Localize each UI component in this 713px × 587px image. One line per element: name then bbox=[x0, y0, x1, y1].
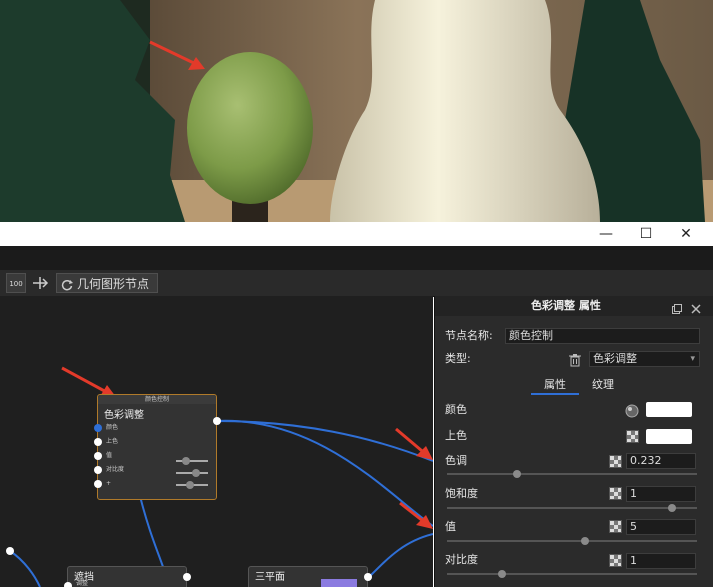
node-mask[interactable]: 遮挡 调整 bbox=[64, 566, 191, 587]
port-color[interactable] bbox=[94, 424, 102, 432]
node-name-label: 节点名称: bbox=[445, 329, 493, 342]
hue-slider[interactable] bbox=[447, 470, 697, 478]
port-label: + bbox=[106, 480, 112, 487]
active-tab-indicator bbox=[531, 393, 579, 395]
texture-sphere-icon[interactable] bbox=[625, 403, 639, 418]
maximize-button[interactable]: ☐ bbox=[626, 222, 666, 246]
port-label: 值 bbox=[106, 452, 113, 459]
graph-toolbar: 100 几何图形节点 bbox=[0, 270, 713, 297]
tab-texture[interactable]: 纹理 bbox=[592, 377, 614, 393]
wire bbox=[369, 533, 433, 577]
hue-input[interactable]: 0.232 bbox=[626, 453, 696, 469]
contrast-input[interactable]: 1 bbox=[626, 553, 696, 569]
prop-value-label: 值 bbox=[445, 520, 456, 533]
texture-checker-icon[interactable] bbox=[609, 520, 622, 533]
close-icon[interactable] bbox=[690, 300, 702, 314]
type-select[interactable]: 色彩调整 ▾ bbox=[589, 351, 700, 367]
node-preview bbox=[321, 579, 357, 587]
port-input[interactable] bbox=[64, 582, 72, 587]
chevron-down-icon: ▾ bbox=[690, 354, 695, 364]
slider-thumb[interactable] bbox=[668, 504, 676, 512]
panel-title: 色彩调整 属性 bbox=[531, 299, 601, 312]
texture-checker-icon[interactable] bbox=[609, 487, 622, 500]
geometry-node-label: 几何图形节点 bbox=[77, 277, 150, 291]
wire bbox=[215, 420, 433, 462]
port-label: 调整 bbox=[76, 580, 89, 587]
node-name-input[interactable]: 颜色控制 bbox=[505, 328, 700, 344]
refresh-icon bbox=[61, 277, 73, 291]
panel-header: 色彩调整 属性 bbox=[435, 296, 713, 316]
value-slider[interactable] bbox=[447, 537, 697, 545]
texture-checker-icon[interactable] bbox=[609, 455, 622, 468]
port-output[interactable] bbox=[213, 417, 221, 425]
tab-properties[interactable]: 属性 bbox=[544, 377, 566, 393]
node-triplanar[interactable]: 三平面 bbox=[248, 566, 372, 587]
type-select-value: 色彩调整 bbox=[593, 352, 637, 365]
node-graph-canvas[interactable]: 颜色控制 色彩调整 颜色 上色 值 对比度 + 遮挡 调整 三平面 bbox=[0, 296, 433, 587]
texture-checker-icon[interactable] bbox=[609, 554, 622, 567]
port-output[interactable] bbox=[364, 573, 372, 581]
value-input[interactable]: 5 bbox=[626, 519, 696, 535]
minimize-button[interactable]: — bbox=[586, 222, 626, 246]
saturation-input[interactable]: 1 bbox=[626, 486, 696, 502]
render-preview bbox=[0, 0, 713, 222]
render-scene bbox=[0, 0, 713, 222]
saturation-slider[interactable] bbox=[447, 504, 697, 512]
undock-icon[interactable] bbox=[671, 300, 683, 314]
properties-panel: 色彩调整 属性 节点名称: 颜色控制 类型: 色彩调整 ▾ 属性 纹理 颜色 上… bbox=[434, 296, 713, 587]
node-title: 三平面 bbox=[255, 572, 285, 583]
type-label: 类型: bbox=[445, 352, 471, 365]
port-label: 对比度 bbox=[106, 466, 125, 473]
prop-tint-label: 上色 bbox=[445, 429, 467, 442]
geometry-node-button[interactable]: 几何图形节点 bbox=[56, 273, 158, 293]
window-titlebar: — ☐ ✕ bbox=[0, 222, 713, 246]
split-link-icon[interactable] bbox=[30, 274, 50, 292]
port-output[interactable] bbox=[6, 547, 14, 555]
annotation-arrow bbox=[399, 501, 433, 529]
color-swatch[interactable] bbox=[646, 402, 692, 417]
port-value[interactable] bbox=[94, 452, 102, 460]
prop-color-label: 颜色 bbox=[445, 403, 467, 416]
prop-saturation-label: 饱和度 bbox=[445, 487, 478, 500]
sliders-icon bbox=[174, 455, 210, 491]
tint-swatch[interactable] bbox=[646, 429, 692, 444]
port-label: 颜色 bbox=[106, 424, 119, 431]
trash-icon[interactable] bbox=[568, 352, 582, 367]
texture-checker-icon[interactable] bbox=[626, 430, 639, 443]
menu-strip bbox=[0, 246, 713, 270]
slider-thumb[interactable] bbox=[498, 570, 506, 578]
wire bbox=[9, 550, 41, 587]
port-output[interactable] bbox=[183, 573, 191, 581]
wire bbox=[215, 419, 433, 527]
node-header: 颜色控制 bbox=[98, 395, 216, 404]
zoom-100-button[interactable]: 100 bbox=[6, 273, 26, 293]
annotation-arrow bbox=[395, 427, 433, 460]
slider-thumb[interactable] bbox=[580, 537, 589, 545]
node-color-adjust[interactable]: 颜色控制 色彩调整 颜色 上色 值 对比度 + bbox=[94, 394, 221, 500]
port-label: 上色 bbox=[106, 438, 119, 445]
slider-thumb[interactable] bbox=[513, 470, 521, 478]
close-button[interactable]: ✕ bbox=[666, 222, 706, 246]
prop-hue-label: 色调 bbox=[445, 454, 467, 467]
port-contrast[interactable] bbox=[94, 466, 102, 474]
port-tint[interactable] bbox=[94, 438, 102, 446]
node-title: 色彩调整 bbox=[104, 410, 144, 421]
prop-contrast-label: 对比度 bbox=[445, 553, 478, 566]
contrast-slider[interactable] bbox=[447, 570, 697, 578]
port-add[interactable] bbox=[94, 480, 102, 488]
